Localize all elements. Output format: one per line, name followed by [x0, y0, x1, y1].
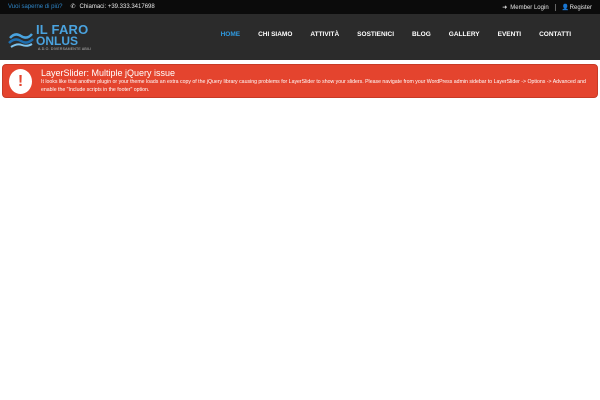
phone-contact: ✆ Chiamaci: +39.333.3417698 — [70, 4, 154, 10]
exclamation-icon: ! — [9, 69, 32, 94]
nav-item-blog[interactable]: BLOG — [403, 31, 440, 38]
member-login-link[interactable]: ➜ Member Login — [502, 5, 548, 11]
login-icon: ➜ — [502, 4, 508, 11]
more-info-link[interactable]: Vuoi saperne di più? — [8, 4, 62, 10]
nav-item-gallery[interactable]: GALLERY — [440, 31, 489, 38]
nav-item-home[interactable]: HOME — [212, 31, 250, 38]
divider — [554, 4, 556, 11]
layerslider-alert: ! LayerSlider: Multiple jQuery issue It … — [2, 64, 598, 98]
top-bar: Vuoi saperne di più? ✆ Chiamaci: +39.333… — [0, 0, 600, 14]
register-label: Register — [569, 4, 592, 11]
main-nav: HOME CHI SIAMO ATTIVITÀ SOSTIENICI BLOG … — [212, 31, 580, 38]
phone-text: Chiamaci: +39.333.3417698 — [79, 4, 155, 10]
register-link[interactable]: 👤 Register — [562, 5, 592, 11]
logo-wave-icon — [8, 33, 34, 48]
alert-title: LayerSlider: Multiple jQuery issue — [41, 68, 176, 78]
nav-item-eventi[interactable]: EVENTI — [489, 31, 530, 38]
brand-line-2: ONLUS — [36, 34, 78, 48]
top-bar-left: Vuoi saperne di più? ✆ Chiamaci: +39.333… — [8, 4, 155, 10]
site-logo[interactable]: IL FARO ONLUS A.D.O. DIVERSAMENTE ABILI — [8, 22, 118, 52]
member-login-label: Member Login — [510, 4, 549, 11]
site-header: IL FARO ONLUS A.D.O. DIVERSAMENTE ABILI … — [0, 14, 600, 60]
nav-item-chi-siamo[interactable]: CHI SIAMO — [249, 31, 301, 38]
top-bar-right: ➜ Member Login 👤 Register — [502, 4, 592, 11]
phone-icon: ✆ — [70, 4, 76, 10]
brand-tagline: A.D.O. DIVERSAMENTE ABILI — [38, 47, 92, 51]
nav-item-contatti[interactable]: CONTATTI — [530, 31, 580, 38]
nav-item-sostienici[interactable]: SOSTIENICI — [348, 31, 403, 38]
alert-message: It looks like that another plugin or you… — [41, 79, 586, 93]
user-icon: 👤 — [561, 4, 570, 11]
nav-item-attivita[interactable]: ATTIVITÀ — [301, 31, 348, 38]
